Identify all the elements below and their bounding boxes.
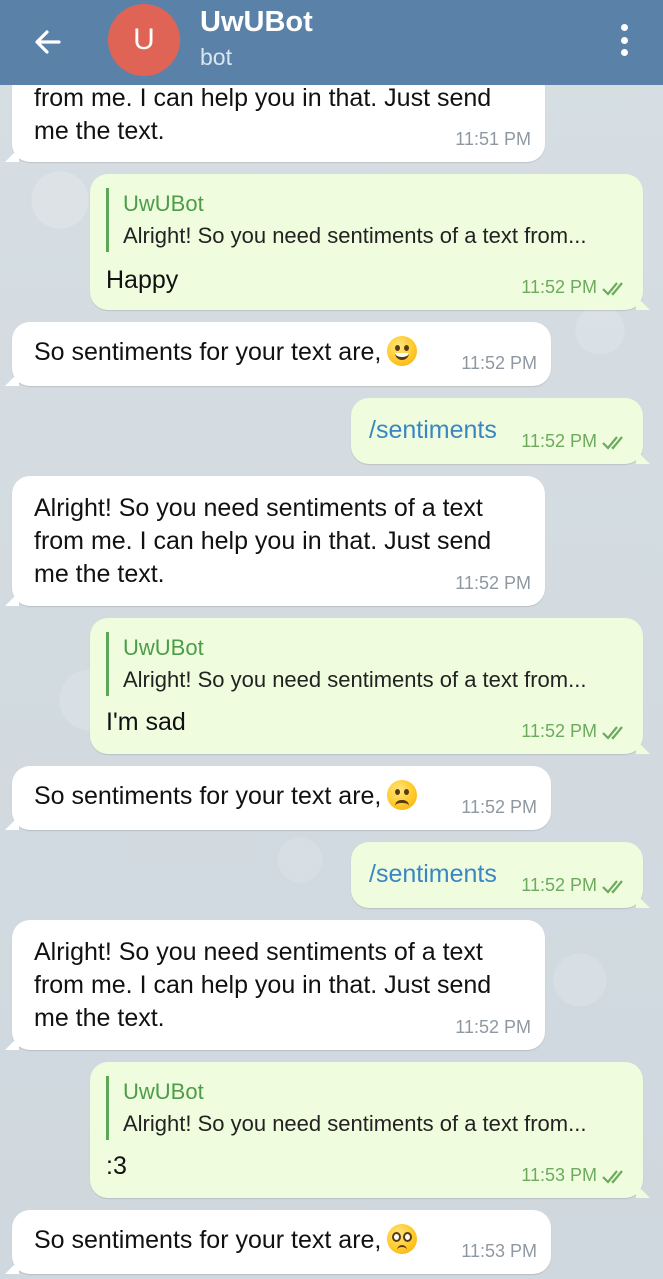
message-time: 11:52 PM bbox=[455, 1017, 531, 1037]
quote-text: Alright! So you need sentiments of a tex… bbox=[123, 1111, 587, 1136]
outgoing-reply-message[interactable]: UwUBot Alright! So you need sentiments o… bbox=[90, 618, 650, 754]
incoming-message[interactable]: Alright! So you need sentiments of a tex… bbox=[5, 476, 545, 606]
outgoing-command-message[interactable]: /sentiments 11:52 PM bbox=[351, 398, 650, 464]
incoming-message[interactable]: So sentiments for your text are, 11:53 P… bbox=[5, 1210, 551, 1274]
quote-text: Alright! So you need sentiments of a tex… bbox=[123, 667, 587, 692]
double-check-icon bbox=[602, 879, 623, 894]
double-check-icon bbox=[602, 435, 623, 450]
reply-quote[interactable]: UwUBot Alright! So you need sentiments o… bbox=[106, 1076, 586, 1140]
incoming-message[interactable]: So sentiments for your text are, 11:52 P… bbox=[5, 322, 551, 386]
chat-subtitle: bot bbox=[200, 44, 232, 70]
quote-author: UwUBot bbox=[123, 191, 204, 216]
arrow-left-icon bbox=[35, 30, 61, 54]
avatar[interactable]: U bbox=[108, 4, 180, 76]
double-check-icon bbox=[602, 1169, 623, 1184]
quote-author: UwUBot bbox=[123, 635, 204, 660]
message-text: Happy bbox=[106, 266, 179, 294]
message-text: from me. I can help you in that. Just se… bbox=[34, 84, 492, 145]
message-time: 11:52 PM bbox=[521, 277, 597, 297]
chat-title[interactable]: UwUBot bbox=[200, 6, 313, 39]
command-text[interactable]: /sentiments bbox=[369, 414, 497, 447]
message-text: So sentiments for your text are, bbox=[34, 1226, 382, 1254]
message-time: 11:52 PM bbox=[455, 573, 531, 593]
message-text: So sentiments for your text are, bbox=[34, 782, 382, 810]
message-text: Alright! So you need sentiments of a tex… bbox=[34, 494, 492, 588]
command-text[interactable]: /sentiments bbox=[369, 858, 497, 891]
message-time: 11:53 PM bbox=[461, 1241, 537, 1261]
chat-header: U UwUBot bot bbox=[0, 0, 663, 85]
frowning-face-icon bbox=[387, 780, 418, 811]
pleading-face-icon bbox=[387, 1224, 418, 1255]
message-time: 11:52 PM bbox=[521, 721, 597, 741]
outgoing-reply-message[interactable]: UwUBot Alright! So you need sentiments o… bbox=[90, 174, 650, 310]
double-check-icon bbox=[602, 281, 623, 296]
message-time: 11:52 PM bbox=[461, 797, 537, 817]
message-text: Alright! So you need sentiments of a tex… bbox=[34, 938, 492, 1032]
reply-quote[interactable]: UwUBot Alright! So you need sentiments o… bbox=[106, 188, 586, 252]
outgoing-command-message[interactable]: /sentiments 11:52 PM bbox=[351, 842, 650, 908]
message-time: 11:51 PM bbox=[455, 129, 531, 149]
message-time: 11:53 PM bbox=[521, 1165, 597, 1185]
message-time: 11:52 PM bbox=[521, 875, 597, 895]
grinning-face-icon bbox=[387, 336, 418, 367]
reply-quote[interactable]: UwUBot Alright! So you need sentiments o… bbox=[106, 632, 586, 696]
message-text: So sentiments for your text are, bbox=[34, 338, 382, 366]
double-check-icon bbox=[602, 725, 623, 740]
incoming-message[interactable]: Alright! So you need sentiments of a tex… bbox=[5, 920, 545, 1050]
more-vertical-icon[interactable] bbox=[604, 18, 644, 62]
message-text: :3 bbox=[106, 1152, 127, 1180]
outgoing-reply-message[interactable]: UwUBot Alright! So you need sentiments o… bbox=[90, 1062, 650, 1198]
quote-text: Alright! So you need sentiments of a tex… bbox=[123, 223, 587, 248]
message-time: 11:52 PM bbox=[521, 431, 597, 451]
quote-author: UwUBot bbox=[123, 1079, 204, 1104]
back-button[interactable] bbox=[28, 22, 68, 62]
message-time: 11:52 PM bbox=[461, 353, 537, 373]
avatar-letter: U bbox=[133, 23, 155, 56]
incoming-message[interactable]: So sentiments for your text are, 11:52 P… bbox=[5, 766, 551, 830]
message-text: I'm sad bbox=[106, 708, 186, 736]
